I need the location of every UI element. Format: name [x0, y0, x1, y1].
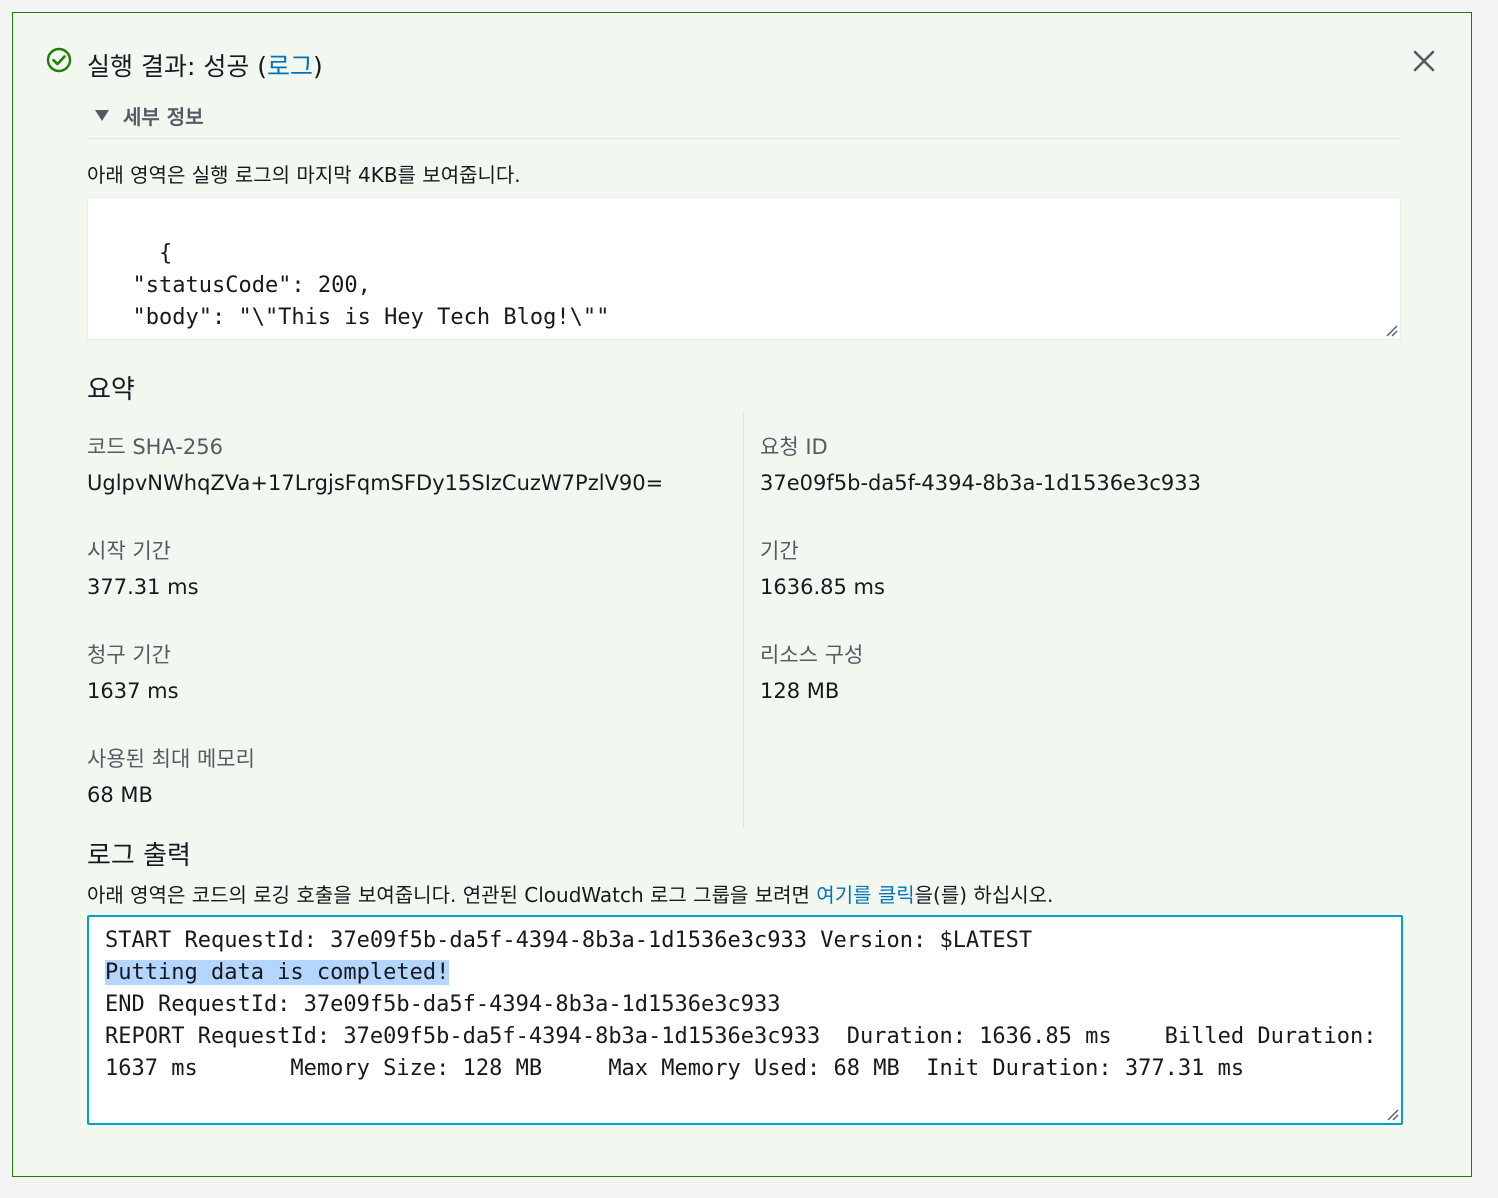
divider	[87, 138, 1401, 139]
details-toggle[interactable]: 세부 정보	[95, 101, 204, 130]
init-duration-label: 시작 기간	[87, 539, 171, 563]
column-divider	[743, 413, 744, 828]
result-output-text: { "statusCode": 200, "body": "\"This is …	[106, 241, 610, 339]
resources-value: 128 MB	[760, 679, 840, 703]
duration-label: 기간	[760, 539, 799, 563]
max-memory-label: 사용된 최대 메모리	[87, 747, 255, 771]
result-description: 아래 영역은 실행 로그의 마지막 4KB를 보여줍니다.	[87, 163, 521, 187]
close-icon[interactable]	[1409, 46, 1439, 76]
billed-duration-value: 1637 ms	[87, 679, 179, 703]
log-link[interactable]: 로그	[267, 52, 313, 81]
log-output-textarea[interactable]: START RequestId: 37e09f5b-da5f-4394-8b3a…	[87, 915, 1403, 1125]
code-sha-label: 코드 SHA-256	[87, 435, 224, 459]
log-line-start: START RequestId: 37e09f5b-da5f-4394-8b3a…	[105, 928, 1033, 953]
log-desc-suffix: 을(를) 하십시오.	[914, 883, 1054, 907]
resources-label: 리소스 구성	[760, 643, 864, 667]
log-desc-prefix: 아래 영역은 코드의 로깅 호출을 보여줍니다. 연관된 CloudWatch …	[87, 883, 817, 907]
log-line-selected: Putting data is completed!	[105, 960, 450, 985]
summary-heading: 요약	[87, 375, 135, 405]
max-memory-value: 68 MB	[87, 783, 153, 807]
page-title: 실행 결과: 성공 (로그)	[87, 49, 323, 85]
success-check-icon	[46, 47, 72, 73]
duration-value: 1636.85 ms	[760, 575, 885, 599]
title-suffix: )	[313, 52, 323, 81]
execution-result-panel: 실행 결과: 성공 (로그) 세부 정보 아래 영역은 실행 로그의 마지막 4…	[12, 12, 1472, 1177]
resize-grip-icon[interactable]	[1385, 1107, 1399, 1121]
log-output-heading: 로그 출력	[87, 841, 191, 871]
caret-down-icon	[95, 110, 109, 121]
log-line-report: REPORT RequestId: 37e09f5b-da5f-4394-8b3…	[105, 1024, 1390, 1081]
request-id-value: 37e09f5b-da5f-4394-8b3a-1d1536e3c933	[760, 471, 1201, 495]
title-prefix: 실행 결과: 성공 (	[87, 52, 268, 81]
code-sha-value: UglpvNWhqZVa+17LrgjsFqmSFDy15SIzCuzW7Pzl…	[87, 471, 664, 495]
log-output-description: 아래 영역은 코드의 로깅 호출을 보여줍니다. 연관된 CloudWatch …	[87, 879, 1053, 908]
billed-duration-label: 청구 기간	[87, 643, 171, 667]
init-duration-value: 377.31 ms	[87, 575, 199, 599]
result-output-textarea[interactable]: { "statusCode": 200, "body": "\"This is …	[87, 197, 1401, 340]
resize-grip-icon[interactable]	[1384, 323, 1398, 337]
log-line-end: END RequestId: 37e09f5b-da5f-4394-8b3a-1…	[105, 992, 781, 1017]
cloudwatch-link[interactable]: 여기를 클릭	[816, 883, 914, 907]
request-id-label: 요청 ID	[760, 435, 828, 459]
details-toggle-label: 세부 정보	[123, 105, 204, 129]
